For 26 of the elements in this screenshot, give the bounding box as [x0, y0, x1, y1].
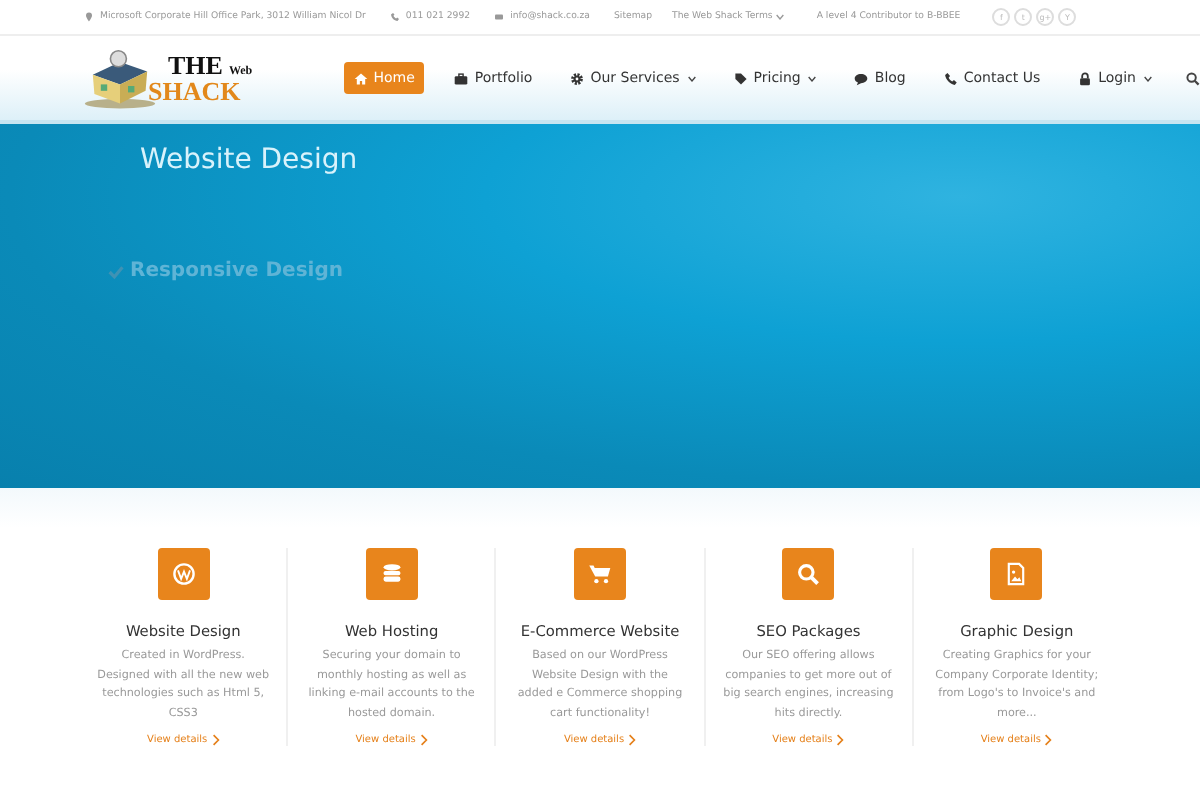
envelope-icon: [494, 12, 505, 22]
search-icon[interactable]: [1186, 71, 1200, 85]
map-pin-icon: [84, 12, 94, 22]
home-icon: [353, 71, 368, 85]
gear-icon: [570, 71, 585, 85]
hero-title: Website Design: [138, 142, 360, 176]
chevron-right-icon: [211, 734, 220, 746]
tag-icon: [733, 71, 748, 85]
service-icon: [157, 548, 210, 600]
check-icon: [108, 263, 124, 279]
phone-icon: [943, 71, 958, 85]
chevron-right-icon: [419, 734, 428, 746]
service-icon: [782, 548, 835, 600]
service-icon: [365, 548, 418, 600]
chevron-right-icon: [836, 734, 845, 746]
hero-feature: Responsive Design: [130, 260, 343, 282]
service-icon: [574, 548, 626, 600]
chevron-right-icon: [628, 734, 637, 746]
chat-bubble-icon: [854, 71, 869, 85]
logo-text: SHACK: [148, 78, 243, 104]
logo-text: THE: [168, 52, 223, 78]
lock-icon: [1078, 71, 1093, 85]
chevron-right-icon: [1044, 734, 1053, 746]
service-icon: [990, 548, 1043, 600]
phone-icon: [389, 12, 400, 22]
briefcase-icon: [454, 71, 469, 85]
